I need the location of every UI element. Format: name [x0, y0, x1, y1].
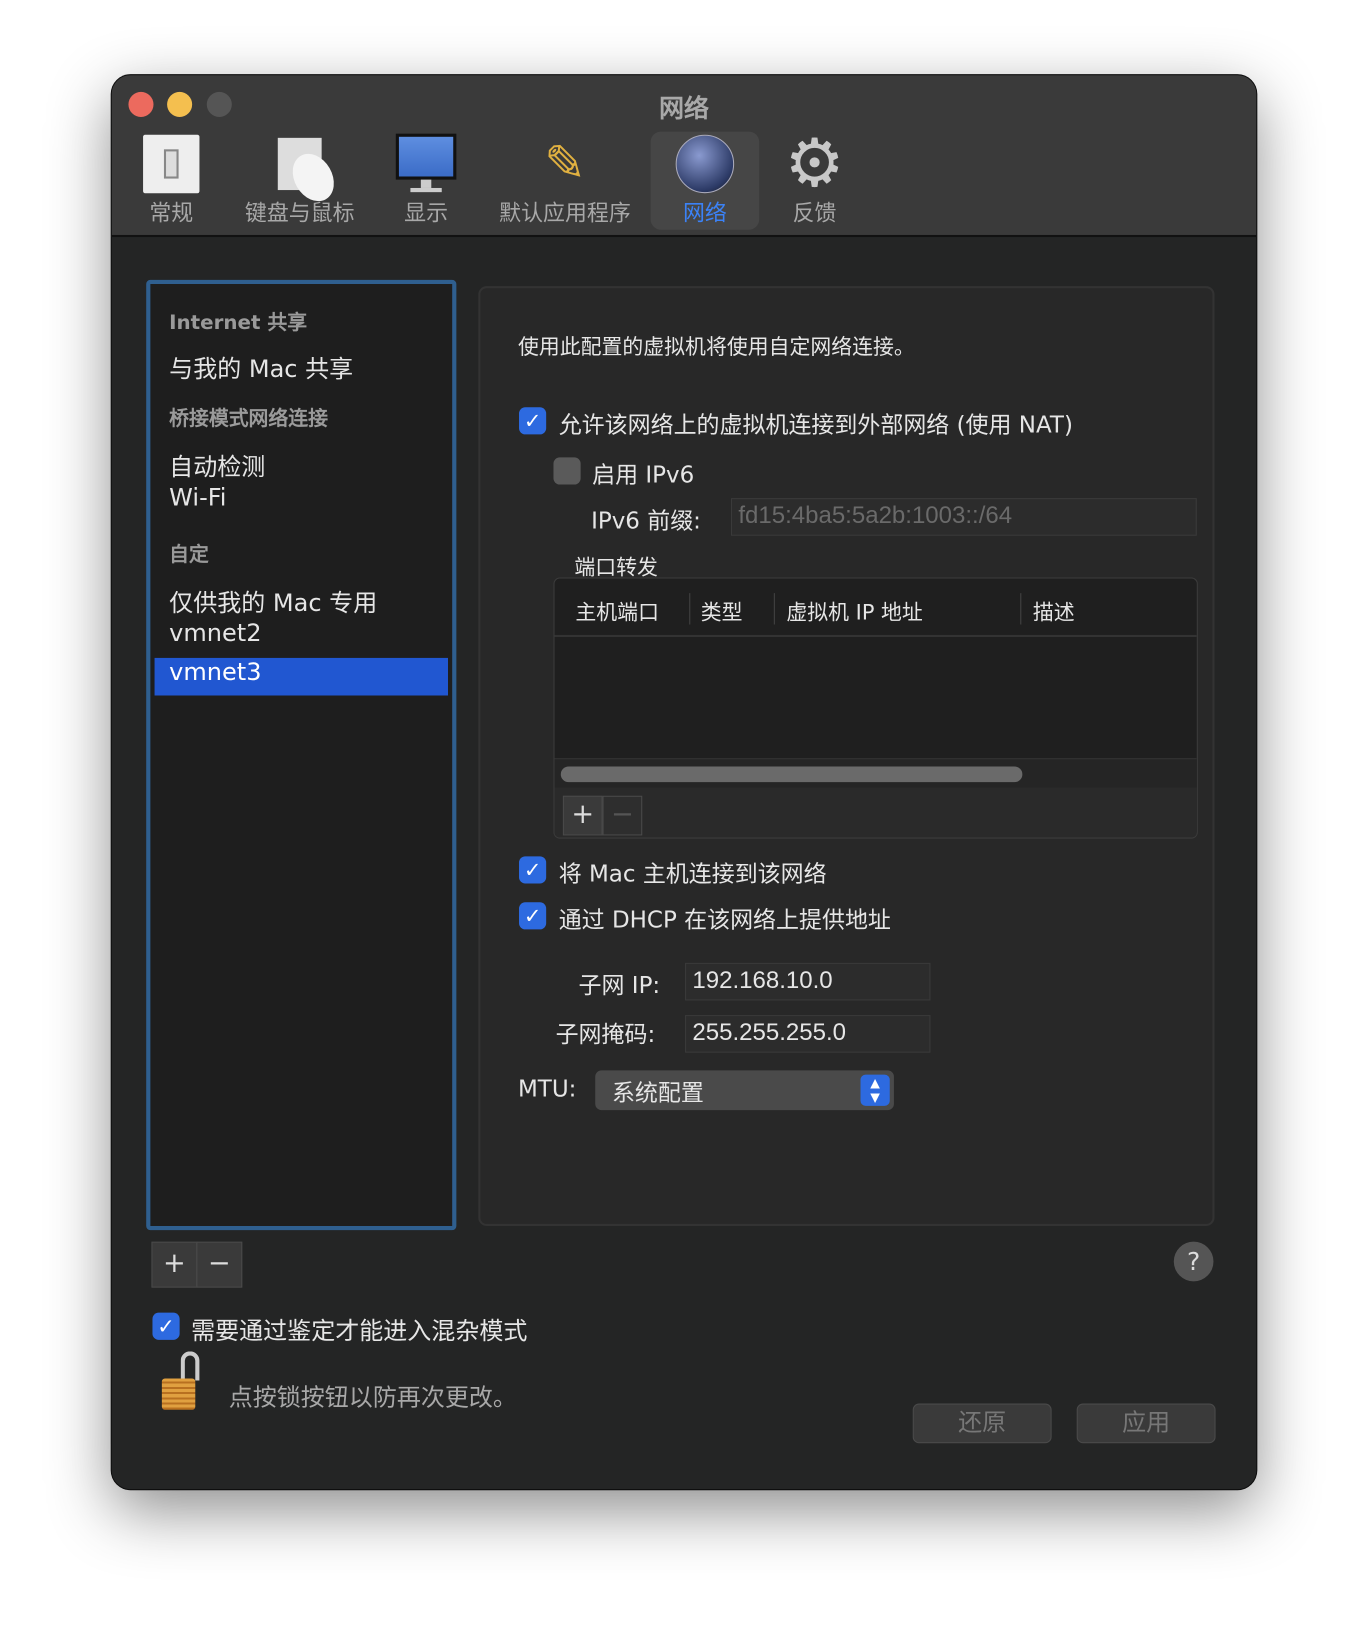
- tab-label: 网络: [682, 200, 727, 226]
- ipv6-label: 启用 IPv6: [592, 462, 695, 489]
- tab-network[interactable]: 网络: [650, 131, 760, 230]
- tab-label: 键盘与鼠标: [244, 200, 355, 226]
- mtu-select[interactable]: 系统配置 ▲ ▼: [595, 1070, 894, 1111]
- list-item[interactable]: 与我的 Mac 共享: [169, 349, 353, 385]
- revert-button[interactable]: 还原: [912, 1403, 1052, 1444]
- tab-label: 显示: [404, 200, 449, 226]
- section-header: Internet 共享: [169, 311, 308, 335]
- port-forwarding-table[interactable]: 主机端口 类型 虚拟机 IP 地址 描述 + −: [553, 577, 1198, 839]
- scrollbar-thumb[interactable]: [560, 766, 1023, 783]
- horizontal-scrollbar[interactable]: [554, 758, 1197, 788]
- promisc-label: 需要通过鉴定才能进入混杂模式: [191, 1317, 528, 1346]
- list-item[interactable]: 自动检测: [169, 447, 265, 483]
- help-button[interactable]: ?: [1173, 1241, 1214, 1282]
- tab-keyboard-mouse[interactable]: 键盘与鼠标: [239, 132, 360, 230]
- nat-label: 允许该网络上的虚拟机连接到外部网络 (使用 NAT): [558, 412, 1073, 439]
- chevron-updown-icon: ▲ ▼: [860, 1074, 890, 1106]
- column-type[interactable]: 类型: [701, 595, 743, 625]
- lock-text: 点按锁按钮以防再次更改。: [228, 1384, 517, 1412]
- apply-button[interactable]: 应用: [1076, 1403, 1216, 1444]
- lock-icon[interactable]: [161, 1351, 200, 1414]
- list-item[interactable]: vmnet2: [169, 620, 261, 647]
- promisc-checkbox[interactable]: ✓: [152, 1312, 180, 1340]
- network-settings-panel: 使用此配置的虚拟机将使用自定网络连接。 ✓ 允许该网络上的虚拟机连接到外部网络 …: [478, 286, 1215, 1227]
- add-rule-button[interactable]: +: [562, 795, 603, 836]
- column-description[interactable]: 描述: [1033, 595, 1075, 625]
- remove-network-button[interactable]: −: [196, 1241, 243, 1288]
- subnet-mask-label: 子网掩码:: [555, 1022, 656, 1049]
- tab-label: 默认应用程序: [499, 200, 631, 226]
- column-host-port[interactable]: 主机端口: [575, 595, 659, 625]
- mtu-value: 系统配置: [611, 1080, 704, 1107]
- preferences-window: 网络 常规 键盘与鼠标 显示 ✎ 默认应用程序 网络 ⚙ 反馈 Internet…: [111, 75, 1257, 1490]
- monitor-icon: [392, 132, 461, 197]
- table-toolbar: + −: [554, 787, 1197, 838]
- description: 使用此配置的虚拟机将使用自定网络连接。: [517, 334, 915, 360]
- network-list[interactable]: Internet 共享 与我的 Mac 共享 桥接模式网络连接 自动检测 Wi-…: [146, 279, 457, 1231]
- list-item-selected[interactable]: vmnet3: [169, 659, 261, 686]
- remove-rule-button[interactable]: −: [602, 795, 643, 836]
- connect-mac-checkbox[interactable]: ✓: [519, 856, 547, 884]
- tab-label: 常规: [149, 200, 194, 226]
- tab-default-apps[interactable]: ✎ 默认应用程序: [494, 132, 636, 230]
- window-title: 网络: [658, 93, 710, 124]
- dhcp-label: 通过 DHCP 在该网络上提供地址: [558, 907, 891, 934]
- table-header: 主机端口 类型 虚拟机 IP 地址 描述: [554, 579, 1197, 638]
- subnet-ip-field[interactable]: 192.168.10.0: [685, 962, 931, 1001]
- ipv6-prefix-field[interactable]: fd15:4ba5:5a2b:1003::/64: [731, 498, 1197, 536]
- list-item[interactable]: 仅供我的 Mac 专用: [169, 583, 377, 619]
- tab-display[interactable]: 显示: [392, 132, 461, 230]
- ipv6-prefix-label: IPv6 前缀:: [591, 508, 701, 535]
- column-vm-ip[interactable]: 虚拟机 IP 地址: [786, 595, 922, 625]
- add-network-button[interactable]: +: [151, 1241, 198, 1288]
- titlebar: 网络 常规 键盘与鼠标 显示 ✎ 默认应用程序 网络 ⚙ 反馈: [111, 75, 1257, 238]
- mouse-icon: [239, 132, 360, 209]
- globe-icon: [651, 132, 760, 197]
- connect-mac-label: 将 Mac 主机连接到该网络: [558, 861, 827, 888]
- list-item[interactable]: Wi-Fi: [169, 485, 226, 512]
- section-header: 自定: [169, 543, 209, 567]
- dhcp-checkbox[interactable]: ✓: [519, 902, 547, 930]
- port-forwarding-label: 端口转发: [574, 554, 658, 580]
- switch-icon: [135, 132, 208, 197]
- subnet-mask-field[interactable]: 255.255.255.0: [685, 1015, 931, 1053]
- tab-feedback[interactable]: ⚙ 反馈: [776, 125, 853, 230]
- gear-icon: ⚙: [784, 125, 845, 203]
- tab-general[interactable]: 常规: [135, 132, 208, 230]
- subnet-ip-label: 子网 IP:: [578, 973, 661, 1000]
- mtu-label: MTU:: [517, 1076, 577, 1103]
- app-icon: ✎: [543, 134, 586, 194]
- nat-checkbox[interactable]: ✓: [519, 407, 547, 435]
- section-header: 桥接模式网络连接: [169, 407, 328, 431]
- ipv6-checkbox[interactable]: [553, 457, 581, 485]
